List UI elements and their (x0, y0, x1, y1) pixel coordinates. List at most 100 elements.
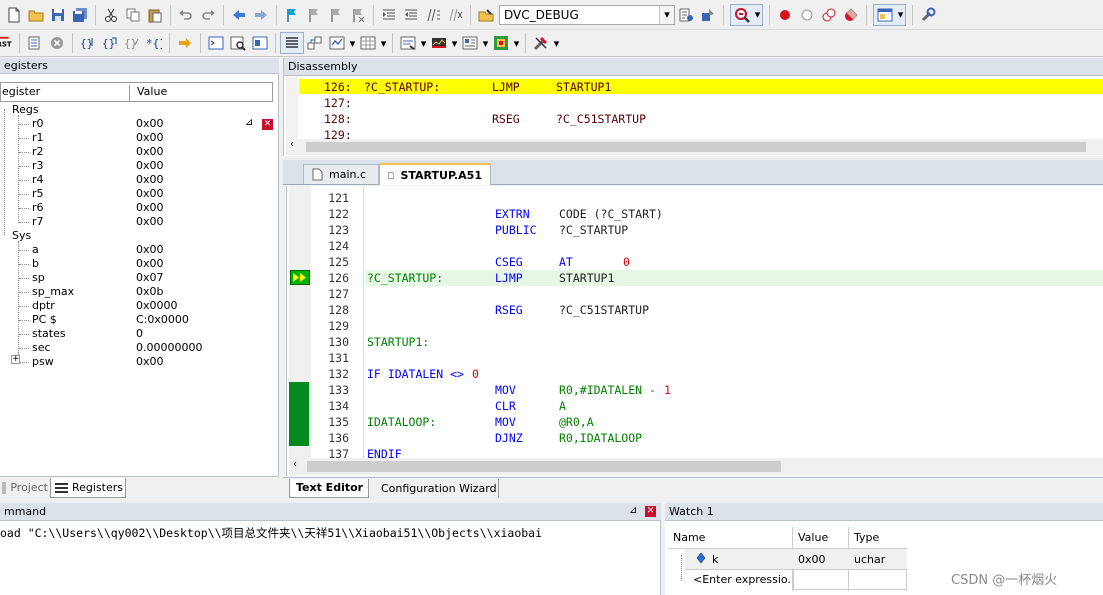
navigate-back-icon[interactable] (229, 5, 249, 25)
register-value[interactable]: 0x00 (136, 159, 164, 173)
call-stack-icon[interactable] (305, 33, 325, 53)
insert-breakpoint-icon[interactable] (775, 5, 795, 25)
run-icon[interactable] (25, 33, 45, 53)
register-name[interactable]: r2 (32, 145, 44, 159)
paste-icon[interactable] (145, 5, 165, 25)
stop-icon[interactable] (47, 33, 67, 53)
tab-configuration-wizard[interactable]: Configuration Wizard (373, 479, 499, 498)
symbols-window-icon[interactable] (250, 33, 270, 53)
register-value[interactable]: 0x0000 (136, 299, 178, 313)
register-name[interactable]: sp (32, 271, 45, 285)
register-value[interactable]: 0x00 (136, 201, 164, 215)
register-name[interactable]: psw (32, 355, 54, 369)
system-viewer-icon[interactable] (491, 33, 511, 53)
cut-icon[interactable] (101, 5, 121, 25)
register-value[interactable]: C:0x0000 (136, 313, 189, 327)
bookmark-clear-icon[interactable] (348, 5, 368, 25)
register-name[interactable]: r0 (32, 117, 44, 131)
disassembly-window-icon[interactable] (228, 33, 248, 53)
register-value[interactable]: 0x00 (136, 173, 164, 187)
analysis-window-icon[interactable] (429, 33, 449, 53)
register-value[interactable]: 0x00 (136, 145, 164, 159)
register-value[interactable]: 0x00 (136, 187, 164, 201)
kill-all-breakpoints-icon[interactable] (841, 5, 861, 25)
run-to-cursor-icon[interactable]: *{} (144, 33, 164, 53)
bookmark-previous-icon[interactable] (304, 5, 324, 25)
psw-expander[interactable]: + (11, 355, 20, 364)
chevron-down-icon[interactable]: ▾ (481, 33, 490, 53)
indent-icon[interactable] (379, 5, 399, 25)
undo-icon[interactable] (176, 5, 196, 25)
window-layout-button[interactable]: ▾ (873, 3, 906, 26)
register-value[interactable]: 0x00 (136, 215, 164, 229)
copy-icon[interactable] (123, 5, 143, 25)
open-folder-icon[interactable] (26, 5, 46, 25)
register-name[interactable]: dptr (32, 299, 55, 313)
column-header-register[interactable]: egister (2, 85, 130, 101)
redo-icon[interactable] (198, 5, 218, 25)
trace-window-icon[interactable] (460, 33, 480, 53)
watch-col-name[interactable]: Name (673, 531, 705, 544)
register-name[interactable]: r6 (32, 201, 44, 215)
register-value[interactable]: 0x00 (136, 243, 164, 257)
toolbox-icon[interactable] (531, 33, 551, 53)
register-name[interactable]: sp_max (32, 285, 74, 299)
step-into-icon[interactable]: {} (78, 33, 98, 53)
register-value[interactable]: 0x00 (136, 117, 164, 131)
show-next-statement-icon[interactable] (175, 33, 195, 53)
register-value[interactable]: 0 (136, 327, 143, 341)
step-out-icon[interactable]: {} (122, 33, 142, 53)
step-over-icon[interactable]: {} (100, 33, 120, 53)
scroll-left-icon[interactable]: ‹ (290, 139, 294, 150)
register-value[interactable]: 0.00000000 (136, 341, 202, 355)
tab-main-c[interactable]: main.c (303, 164, 379, 184)
unindent-icon[interactable] (401, 5, 421, 25)
bookmark-next-icon[interactable] (326, 5, 346, 25)
save-all-icon[interactable] (70, 5, 90, 25)
tab-project[interactable]: Project (0, 479, 48, 497)
chevron-down-icon[interactable]: ▾ (512, 33, 521, 53)
registers-window-button[interactable] (280, 32, 304, 54)
command-window-icon[interactable] (206, 33, 226, 53)
configure-icon[interactable] (918, 5, 938, 25)
watch-col-type[interactable]: Type (854, 531, 879, 544)
register-name[interactable]: a (32, 243, 39, 257)
navigate-forward-icon[interactable] (251, 5, 271, 25)
chevron-down-icon[interactable]: ▾ (552, 33, 561, 53)
chevron-down-icon[interactable]: ▾ (348, 33, 357, 53)
chevron-down-icon[interactable]: ▾ (450, 33, 459, 53)
register-name[interactable]: r1 (32, 131, 44, 145)
disable-breakpoint-icon[interactable] (797, 5, 817, 25)
column-header-value[interactable]: Value (137, 85, 167, 98)
register-name[interactable]: r5 (32, 187, 44, 201)
watch-enter-expression[interactable]: <Enter expressio... (693, 573, 791, 586)
debug-session-button[interactable]: ▾ (730, 3, 763, 26)
target-options-icon[interactable] (476, 5, 496, 25)
serial-window-icon[interactable] (398, 33, 418, 53)
chevron-down-icon[interactable]: ▾ (419, 33, 428, 53)
watch-row-k-value[interactable]: 0x00 (798, 553, 826, 566)
save-icon[interactable] (48, 5, 68, 25)
register-value[interactable]: 0x00 (136, 131, 164, 145)
watch-col-value[interactable]: Value (798, 531, 828, 544)
register-name[interactable]: r4 (32, 173, 44, 187)
tab-registers[interactable]: Registers (50, 478, 126, 498)
editor-hscrollbar[interactable]: ‹ (289, 458, 1103, 475)
register-name[interactable]: r7 (32, 215, 44, 229)
manage-components-icon[interactable] (698, 5, 718, 25)
comment-icon[interactable] (423, 5, 443, 25)
register-name[interactable]: b (32, 257, 39, 271)
tree-group-sys[interactable]: Sys (12, 229, 31, 243)
register-value[interactable]: 0x00 (136, 257, 164, 271)
memory-window-icon[interactable] (358, 33, 378, 53)
tree-group-regs[interactable]: Regs (12, 103, 39, 117)
reset-cpu-icon[interactable]: RST (0, 33, 14, 53)
scroll-thumb[interactable] (306, 142, 1086, 152)
new-file-icon[interactable] (4, 5, 24, 25)
register-name[interactable]: PC $ (32, 313, 57, 327)
bookmark-insert-icon[interactable] (282, 5, 302, 25)
uncomment-icon[interactable] (445, 5, 465, 25)
register-name[interactable]: r3 (32, 159, 44, 173)
watch-windows-icon[interactable] (327, 33, 347, 53)
register-value[interactable]: 0x00 (136, 355, 164, 369)
